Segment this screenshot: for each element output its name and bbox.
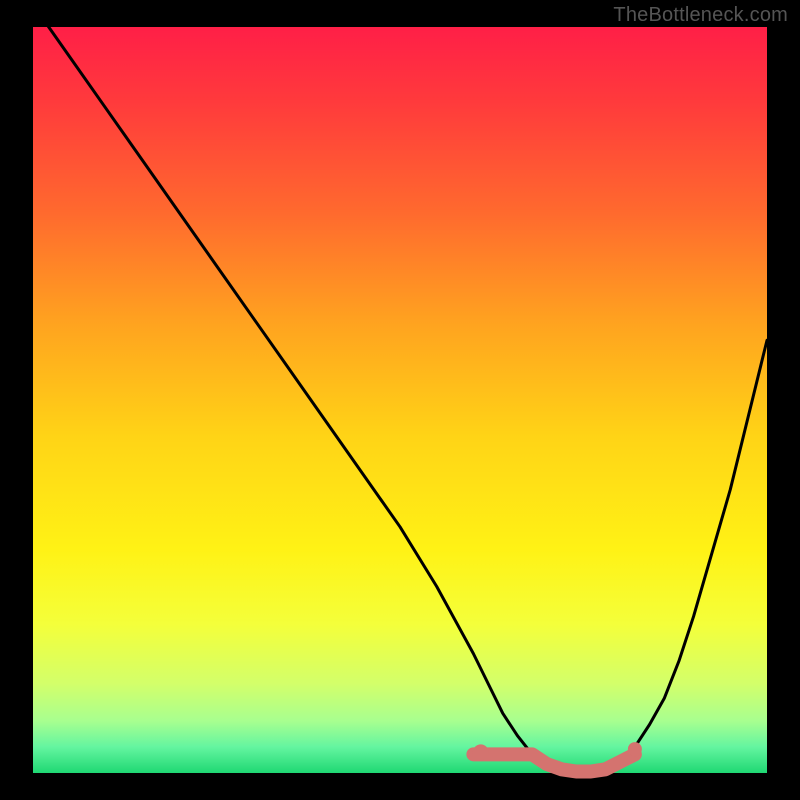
watermark-text: TheBottleneck.com — [613, 4, 788, 27]
gradient-background — [33, 27, 767, 773]
chart-frame: TheBottleneck.com — [0, 0, 800, 800]
highlight-start-cap — [473, 744, 489, 760]
bottleneck-chart — [0, 0, 800, 800]
highlight-end-dot — [628, 742, 642, 756]
